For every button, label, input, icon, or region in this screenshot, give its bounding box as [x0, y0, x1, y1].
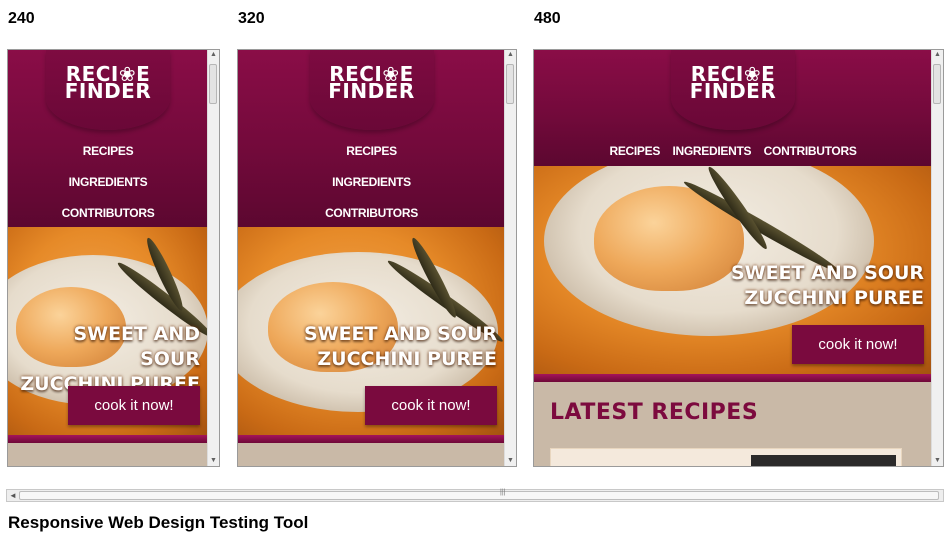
frame-size-label-240: 240 [8, 10, 35, 27]
recipe-card[interactable] [550, 448, 902, 466]
page-horizontal-scrollbar[interactable]: ◄ ||| [6, 489, 944, 502]
nav-link-ingredients[interactable]: INGREDIENTS [673, 136, 752, 167]
site-nav: RECIPES INGREDIENTS CONTRIBUTORS [238, 136, 505, 229]
scroll-down-arrow-icon[interactable]: ▼ [932, 456, 943, 466]
scroll-up-arrow-icon[interactable]: ▲ [505, 50, 516, 60]
frame-viewport: RECI❀E FINDER RECIPES INGREDIENTS CONTRI… [534, 50, 932, 466]
hero-title-line1: SWEET AND SOUR [730, 262, 924, 284]
logo-text-line2: FINDER [689, 79, 777, 103]
scroll-down-arrow-icon[interactable]: ▼ [208, 456, 219, 466]
nav-link-recipes[interactable]: RECIPES [8, 136, 208, 167]
site-nav: RECIPES INGREDIENTS CONTRIBUTORS [8, 136, 208, 229]
section-divider [8, 435, 208, 443]
scroll-left-arrow-icon[interactable]: ◄ [9, 490, 17, 501]
latest-recipes-heading: LATEST RECIPES [550, 400, 759, 425]
site-header: RECI❀E FINDER RECIPES INGREDIENTS CONTRI… [238, 50, 505, 227]
nav-link-recipes[interactable]: RECIPES [609, 136, 660, 167]
nav-link-contributors[interactable]: CONTRIBUTORS [8, 198, 208, 229]
scroll-up-arrow-icon[interactable]: ▲ [932, 50, 943, 60]
recipe-card-image [751, 455, 896, 466]
frame-vertical-scrollbar[interactable]: ▲ ▼ [931, 50, 943, 466]
hero-title-line2: ZUCCHINI PUREE [744, 287, 924, 309]
hero-banner: SWEET AND SOUR ZUCCHINI PUREE cook it no… [8, 227, 208, 435]
cook-it-now-button[interactable]: cook it now! [68, 386, 200, 425]
scroll-down-arrow-icon[interactable]: ▼ [505, 456, 516, 466]
preview-frame-320: RECI❀E FINDER RECIPES INGREDIENTS CONTRI… [237, 49, 517, 467]
nav-link-recipes[interactable]: RECIPES [238, 136, 505, 167]
nav-link-ingredients[interactable]: INGREDIENTS [238, 167, 505, 198]
section-divider [534, 374, 932, 382]
frame-viewport: RECI❀E FINDER RECIPES INGREDIENTS CONTRI… [238, 50, 505, 466]
logo-text-line2: FINDER [328, 79, 415, 103]
scrollbar-thumb[interactable] [506, 64, 514, 104]
nav-link-ingredients[interactable]: INGREDIENTS [8, 167, 208, 198]
scrollbar-thumb[interactable] [933, 64, 941, 104]
preview-frame-480: RECI❀E FINDER RECIPES INGREDIENTS CONTRI… [533, 49, 944, 467]
site-logo[interactable]: RECI❀E FINDER [309, 50, 434, 130]
frame-vertical-scrollbar[interactable]: ▲ ▼ [504, 50, 516, 466]
hero-banner: SWEET AND SOUR ZUCCHINI PUREE cook it no… [534, 166, 932, 374]
site-logo[interactable]: RECI❀E FINDER [671, 50, 795, 130]
tool-title: Responsive Web Design Testing Tool [8, 513, 309, 532]
scrollbar-grip-icon: ||| [500, 489, 506, 496]
hero-title-line2: ZUCCHINI PUREE [317, 348, 497, 370]
frame-viewport: RECI❀E FINDER RECIPES INGREDIENTS CONTRI… [8, 50, 208, 466]
hero-title-line1: SWEET AND SOUR [73, 323, 200, 370]
logo-text-line2: FINDER [64, 79, 152, 103]
cook-it-now-button[interactable]: cook it now! [792, 325, 924, 364]
frame-size-label-320: 320 [238, 10, 265, 27]
nav-link-contributors[interactable]: CONTRIBUTORS [238, 198, 505, 229]
site-header: RECI❀E FINDER RECIPES INGREDIENTS CONTRI… [8, 50, 208, 227]
site-logo[interactable]: RECI❀E FINDER [46, 50, 170, 130]
section-divider [238, 435, 505, 443]
site-nav: RECIPES INGREDIENTS CONTRIBUTORS [534, 136, 932, 167]
nav-link-contributors[interactable]: CONTRIBUTORS [764, 136, 857, 167]
hero-title: SWEET AND SOUR ZUCCHINI PUREE [731, 261, 924, 311]
scrollbar-thumb[interactable] [209, 64, 217, 104]
frame-vertical-scrollbar[interactable]: ▲ ▼ [207, 50, 219, 466]
hero-title-line1: SWEET AND SOUR [303, 323, 497, 345]
scroll-up-arrow-icon[interactable]: ▲ [208, 50, 219, 60]
hero-title: SWEET AND SOUR ZUCCHINI PUREE [304, 322, 497, 372]
site-header: RECI❀E FINDER RECIPES INGREDIENTS CONTRI… [534, 50, 932, 166]
hero-banner: SWEET AND SOUR ZUCCHINI PUREE cook it no… [238, 227, 505, 435]
frame-size-label-480: 480 [534, 10, 561, 27]
scrollbar-thumb[interactable]: ||| [19, 489, 939, 500]
preview-frame-240: RECI❀E FINDER RECIPES INGREDIENTS CONTRI… [7, 49, 220, 467]
cook-it-now-button[interactable]: cook it now! [365, 386, 497, 425]
